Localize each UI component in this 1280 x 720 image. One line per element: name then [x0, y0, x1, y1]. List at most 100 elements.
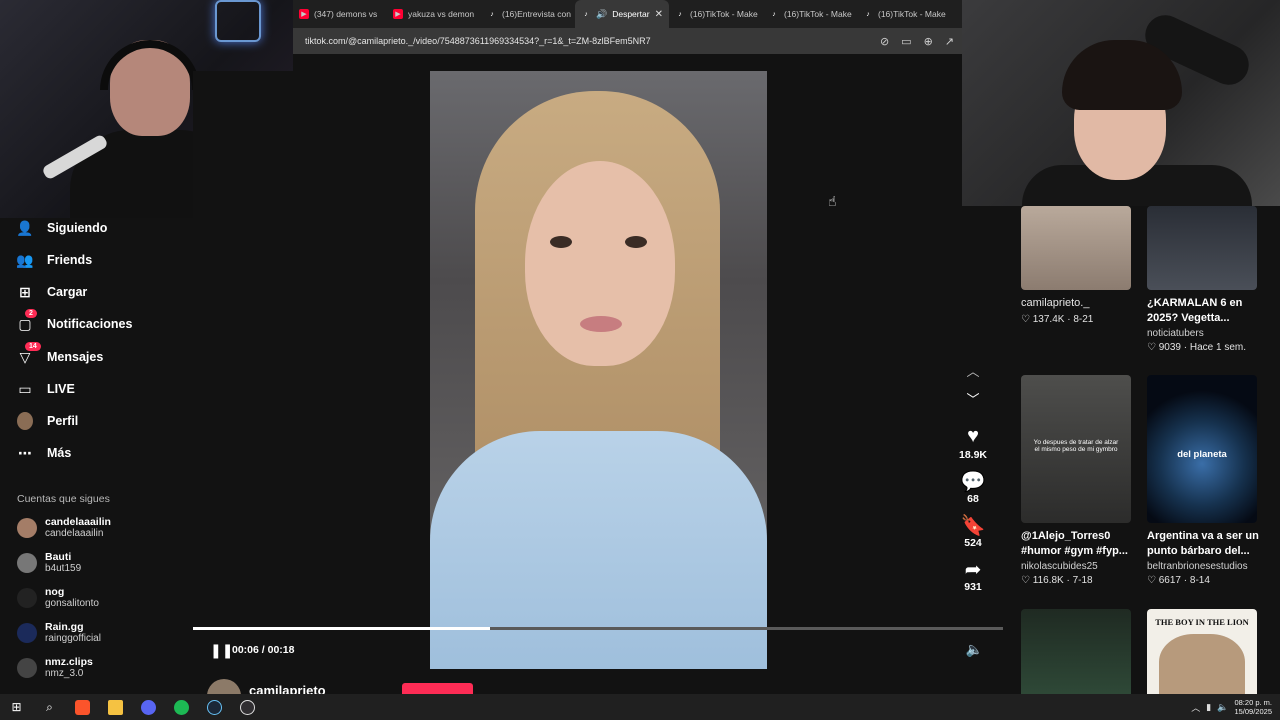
streamer-webcam-right — [962, 0, 1280, 206]
video-thumbnail[interactable] — [1147, 206, 1257, 290]
browser-tab[interactable]: ▶ yakuza vs demon — [387, 0, 481, 28]
heart-outline-icon: ♡ — [1147, 342, 1156, 353]
brave-browser-icon[interactable] — [66, 694, 99, 720]
video-thumbnail[interactable] — [1021, 206, 1131, 290]
browser-tab-active[interactable]: ♪ 🔊 Despertar ✕ — [575, 0, 669, 28]
avatar — [17, 553, 37, 573]
notifications-icon: ▢ 2 — [17, 309, 37, 332]
avatar — [17, 588, 37, 608]
volume-icon[interactable]: 🔈 — [1217, 702, 1228, 713]
followed-account[interactable]: candelaaailin candelaaailin — [17, 513, 111, 543]
no-vpn-icon[interactable]: ⊘ — [880, 35, 889, 48]
sidebar-item-siguiendo[interactable]: 👤 Siguiendo — [16, 218, 107, 238]
browser-tab[interactable]: ♪ (16)TikTok - Make — [669, 0, 763, 28]
avatar — [17, 658, 37, 678]
share-button[interactable]: ➦ 931 — [948, 557, 998, 593]
sidebar-item-cargar[interactable]: ⊞ Cargar — [17, 282, 87, 302]
browser-tab[interactable]: ♪ (16)TikTok - Make — [857, 0, 951, 28]
volume-button[interactable]: 🔈 — [966, 641, 983, 658]
progress-fill — [193, 627, 491, 630]
follow-button[interactable] — [402, 683, 473, 694]
tiktok-sidebar: 👤 Siguiendo 👥 Friends ⊞ Cargar ▢ 2 Notificaci… — [0, 218, 193, 694]
tiktok-icon: ♪ — [490, 10, 494, 18]
video-frame[interactable] — [430, 71, 767, 669]
profile-avatar — [17, 412, 33, 430]
headset — [100, 40, 200, 90]
tiktok-icon: ♪ — [772, 10, 776, 18]
browser-tab[interactable]: ♪ (16)TikTok - Make — [763, 0, 857, 28]
video-thumbnail[interactable]: Yo despues de tratar de alzar el mismo p… — [1021, 375, 1131, 523]
recommended-videos: camilaprieto._ ♡ 137.4K · 8-21 ¿KARMALAN… — [1003, 206, 1280, 694]
pause-button[interactable]: ❚❚ — [210, 642, 233, 659]
video-thumbnail[interactable]: THE BOY IN THE LION — [1147, 609, 1257, 694]
search-icon[interactable]: ⌕ — [33, 694, 66, 720]
live-icon: ▭ — [18, 380, 32, 397]
author-avatar[interactable] — [207, 679, 241, 694]
mouse-pointer-icon: ☝ — [828, 193, 837, 209]
steam-icon[interactable] — [198, 694, 231, 720]
video-card[interactable]: Yo despues de tratar de alzar el mismo p… — [1021, 375, 1133, 586]
chevron-down-icon[interactable]: ﹀ — [948, 389, 998, 417]
sidebar-item-notificaciones[interactable]: ▢ 2 Notificaciones — [17, 309, 132, 334]
video-subject-lips — [580, 316, 622, 332]
browser-tab[interactable]: ▶ (347) demons vs — [293, 0, 387, 28]
chevron-up-icon[interactable]: ︿ — [948, 361, 998, 389]
followed-account[interactable]: Rain.gg rainggofficial — [17, 618, 101, 648]
video-card[interactable]: ¿KARMALAN 6 en 2025? Vegetta... noticiat… — [1147, 206, 1259, 353]
comment-button[interactable]: 💬 68 — [948, 469, 998, 505]
heart-outline-icon: ♡ — [1021, 314, 1030, 325]
followed-account[interactable]: nmz.clips nmz_3.0 — [17, 653, 93, 683]
tray-chevron-icon[interactable]: ︿ — [1191, 701, 1200, 714]
like-button[interactable]: ♥ 18.9K — [948, 425, 998, 461]
sidebar-item-mensajes[interactable]: ▽ 14 Mensajes — [17, 342, 103, 367]
windows-start-icon[interactable]: ⊞ — [0, 694, 33, 720]
discord-icon[interactable] — [132, 694, 165, 720]
friends-icon: 👥 — [16, 251, 34, 268]
author-strip: camilaprieto_ — [193, 669, 1003, 694]
video-thumbnail[interactable]: del planeta — [1147, 375, 1257, 523]
video-card[interactable]: THE BOY IN THE LION — [1147, 609, 1259, 694]
bookmark-icon: 🔖 — [960, 515, 986, 537]
obs-icon[interactable] — [231, 694, 264, 720]
url-text[interactable]: tiktok.com/@camilaprieto._/video/7548873… — [305, 36, 651, 46]
video-player: ︿ ﹀ ♥ 18.9K 💬 68 🔖 524 ➦ 931 ❚❚ 00:06 / 00:1… — [193, 71, 1003, 694]
save-button[interactable]: 🔖 524 — [948, 513, 998, 549]
followed-account[interactable]: Bauti b4ut159 — [17, 548, 81, 578]
video-subject-eye — [625, 236, 647, 248]
video-card[interactable] — [1021, 609, 1133, 694]
lion-illustration — [1159, 634, 1245, 694]
cast-icon[interactable]: ▭ — [901, 35, 911, 48]
youtube-icon: ▶ — [393, 9, 403, 19]
tiktok-icon: ♪ — [866, 10, 870, 18]
zoom-icon[interactable]: ⊕ — [924, 35, 933, 48]
browser-tab[interactable]: ♪ (16)Entrevista con — [481, 0, 575, 28]
close-tab-icon[interactable]: ✕ — [655, 9, 663, 20]
followed-account[interactable]: nog gonsalitonto — [17, 583, 99, 613]
pause-icon: ❚❚ — [210, 642, 234, 658]
author-name[interactable]: camilaprieto_ — [249, 683, 333, 694]
video-thumbnail[interactable] — [1021, 609, 1131, 694]
share-icon[interactable]: ↗ — [945, 35, 954, 48]
browser-tab-strip: ▶ (347) demons vs ▶ yakuza vs demon ♪ (16)E… — [293, 0, 962, 28]
time-display: 00:06 / 00:18 — [232, 644, 295, 656]
audio-playing-icon[interactable]: 🔊 — [596, 9, 607, 20]
progress-bar[interactable] — [193, 627, 1003, 630]
spotify-icon[interactable] — [165, 694, 198, 720]
video-stage[interactable]: ︿ ﹀ ♥ 18.9K 💬 68 🔖 524 ➦ 931 ❚❚ 00:06 / 00:1… — [193, 71, 1003, 669]
tiktok-icon: ♪ — [584, 10, 588, 18]
sidebar-item-friends[interactable]: 👥 Friends — [16, 250, 92, 270]
address-bar-actions: ⊘ ▭ ⊕ ↗ — [880, 35, 962, 48]
file-explorer-icon[interactable] — [99, 694, 132, 720]
video-card[interactable]: del planeta Argentina va a ser un punto … — [1147, 375, 1259, 586]
sidebar-item-perfil[interactable]: Perfil — [17, 411, 78, 431]
avatar — [17, 518, 37, 538]
player-controls: ❚❚ 00:06 / 00:18 🔈 — [193, 627, 1003, 669]
sidebar-item-live[interactable]: ▭ LIVE — [17, 379, 74, 399]
network-icon[interactable]: ▮ — [1206, 702, 1211, 713]
sidebar-item-mas[interactable]: ⋯ Más — [17, 443, 71, 463]
video-stats: ♡ 9039 · Hace 1 sem. — [1147, 342, 1247, 353]
address-bar[interactable]: tiktok.com/@camilaprieto._/video/7548873… — [293, 28, 962, 54]
video-card[interactable]: camilaprieto._ ♡ 137.4K · 8-21 — [1021, 206, 1133, 325]
video-stats: ♡ 6617 · 8-14 — [1147, 575, 1210, 586]
clock[interactable]: 08:20 p. m. 15/09/2025 — [1234, 698, 1272, 716]
